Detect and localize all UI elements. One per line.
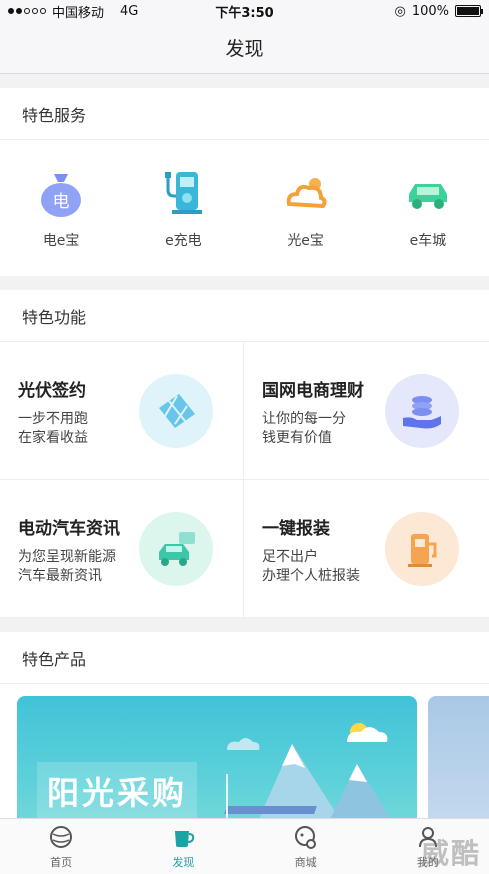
- status-left: 中国移动 4G: [8, 2, 188, 21]
- signal-icon: [8, 8, 46, 14]
- page-title: 发现: [225, 38, 264, 60]
- feature-solar-signing[interactable]: 光伏签约 一步不用跑 在家看收益: [0, 342, 244, 480]
- feature-title: 电动汽车资讯: [18, 519, 120, 539]
- globe-icon: [50, 825, 73, 848]
- feature-desc: 为您呈现新能源 汽车最新资讯: [18, 548, 138, 586]
- network-label: 4G: [120, 3, 139, 19]
- status-right: ◎ 100%: [301, 3, 483, 19]
- cup-icon: [175, 830, 195, 847]
- features-section-title: 特色功能: [0, 290, 489, 342]
- service-label: e车城: [409, 233, 447, 249]
- services-section-title: 特色服务: [0, 88, 489, 140]
- battery-label: 100%: [411, 3, 449, 19]
- feature-desc-line: 足不出户: [262, 549, 318, 565]
- watermark-logo: 威酷: [420, 837, 481, 870]
- feature-finance[interactable]: 国网电商理财 让你的每一分 钱更有价值: [244, 342, 489, 480]
- feature-desc-line: 办理个人桩报装: [262, 568, 360, 584]
- content-scroll[interactable]: 特色服务 电 电e宝 e充电 光e宝 e车城 特色功能 光伏签约 一步不用跑 在…: [0, 74, 489, 818]
- rotation-lock-icon: ◎: [394, 3, 406, 19]
- products-section: 特色产品 阳光采购: [0, 632, 489, 818]
- sun-cloud-icon: [286, 178, 327, 209]
- carrier-label: 中国移动: [52, 5, 105, 21]
- status-time: 下午3:50: [215, 5, 274, 21]
- battery-icon: [455, 5, 483, 17]
- features-section: 特色功能 光伏签约 一步不用跑 在家看收益 国网电商理财 让你的每一分 钱更有价…: [0, 290, 489, 618]
- tab-home[interactable]: 首页: [0, 819, 122, 874]
- nav-bar: 发现: [0, 22, 489, 74]
- coins-hand-icon: [385, 374, 459, 448]
- service-label: 电e宝: [42, 233, 80, 249]
- status-bar: 中国移动 4G 下午3:50 ◎ 100%: [0, 0, 489, 22]
- feature-desc: 让你的每一分 钱更有价值: [262, 410, 382, 448]
- tab-label: 首页: [50, 855, 73, 869]
- products-carousel[interactable]: 阳光采购: [0, 684, 489, 818]
- feature-desc: 足不出户 办理个人桩报装: [262, 548, 382, 586]
- charging-station-icon: [165, 172, 203, 214]
- feature-installation[interactable]: 一键报装 足不出户 办理个人桩报装: [244, 480, 489, 618]
- tab-bar: 首页 发现 商城 我的: [0, 818, 489, 874]
- product-banner-sunshine[interactable]: 阳光采购: [17, 696, 417, 818]
- shop-icon: [294, 825, 316, 849]
- service-label: e充电: [165, 233, 202, 249]
- feature-desc-line: 让你的每一分: [262, 411, 346, 427]
- feature-title: 光伏签约: [18, 381, 86, 401]
- feature-title: 国网电商理财: [262, 381, 364, 401]
- tab-label: 商城: [294, 855, 317, 869]
- products-section-title: 特色产品: [0, 632, 489, 684]
- feature-desc: 一步不用跑 在家看收益: [18, 410, 138, 448]
- feature-desc-line: 一步不用跑: [18, 411, 88, 427]
- feature-ev-news[interactable]: 电动汽车资讯 为您呈现新能源 汽车最新资讯: [0, 480, 244, 618]
- tab-shop[interactable]: 商城: [245, 819, 367, 874]
- charging-pile-icon: [385, 512, 459, 586]
- service-dianebao[interactable]: 电 电e宝: [0, 140, 122, 276]
- services-section: 特色服务 电 电e宝 e充电 光e宝 e车城: [0, 88, 489, 276]
- feature-desc-line: 汽车最新资讯: [18, 568, 102, 584]
- car-news-icon: [139, 512, 213, 586]
- feature-title: 一键报装: [262, 519, 330, 539]
- service-echecheng[interactable]: e车城: [367, 140, 489, 276]
- feature-desc-line: 在家看收益: [18, 430, 88, 446]
- tab-label: 发现: [172, 855, 195, 869]
- solar-panel-icon: [139, 374, 213, 448]
- service-echongdian[interactable]: e充电: [122, 140, 244, 276]
- svg-text:电: 电: [53, 192, 70, 212]
- banner-title: 阳光采购: [37, 762, 198, 818]
- car-icon: [408, 184, 447, 209]
- tab-discover[interactable]: 发现: [122, 819, 244, 874]
- product-banner-next[interactable]: [428, 696, 489, 818]
- service-label: 光e宝: [287, 233, 324, 249]
- money-bag-icon: 电: [41, 174, 82, 217]
- service-guangebao[interactable]: 光e宝: [245, 140, 367, 276]
- feature-desc-line: 钱更有价值: [262, 430, 332, 446]
- feature-desc-line: 为您呈现新能源: [18, 549, 116, 565]
